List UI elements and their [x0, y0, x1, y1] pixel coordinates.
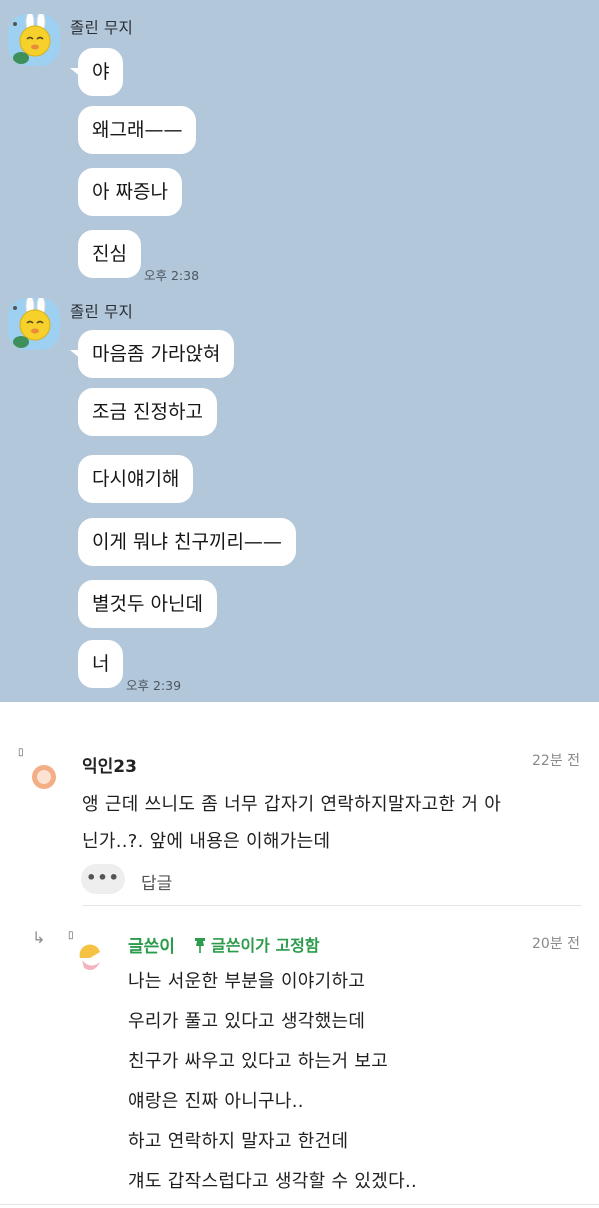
comment-line: 앵 근데 쓰니도 좀 너무 갑자기 연락하지말자고한 거 아	[82, 794, 502, 815]
muzi-avatar[interactable]	[8, 298, 60, 350]
message-time: 오후 2:39	[126, 678, 182, 693]
comment-marker: ▯	[68, 930, 74, 941]
comment-time: 22분 전	[532, 753, 581, 769]
author-avatar-icon	[79, 944, 100, 970]
pinned-indicator: 글쓴이가 고정함	[193, 932, 320, 956]
reply-line: 친구가 싸우고 있다고 하는거 보고	[128, 1051, 389, 1072]
more-options-button[interactable]: •••	[81, 864, 125, 894]
sender-name: 졸린 무지	[70, 19, 133, 37]
comment-divider	[82, 905, 582, 906]
reply-line: 걔도 갑작스럽다고 생각할 수 있겠다..	[128, 1171, 418, 1192]
reply-line: 우리가 풀고 있다고 생각했는데	[128, 1011, 366, 1032]
message-bubble[interactable]: 조금 진정하고	[78, 388, 217, 436]
chat-area: 졸린 무지 야 왜그래—— 아 짜증나 진심 오후 2:38 졸린 무지 마음좀…	[0, 0, 599, 702]
sender-name: 졸린 무지	[70, 303, 133, 321]
message-bubble[interactable]: 마음좀 가라앉혀	[69, 330, 235, 378]
reply-time: 20분 전	[532, 936, 581, 952]
comment-line: 닌가..?. 앞에 내용은 이해가는데	[82, 831, 331, 852]
reply-arrow-icon: ↳	[32, 928, 46, 947]
commenter-avatar-icon	[32, 765, 56, 789]
reply-line: 나는 서운한 부분을 이야기하고	[128, 971, 366, 992]
comment-marker: ▯	[18, 747, 24, 758]
message-bubble[interactable]: 아 짜증나	[78, 168, 182, 216]
message-bubble[interactable]: 야	[69, 48, 124, 96]
commenter-name[interactable]: 익인23	[82, 752, 137, 777]
reply-line: 하고 연락하지 말자고 한건데	[128, 1131, 349, 1152]
pin-icon	[193, 936, 207, 955]
pinned-label: 글쓴이가 고정함	[211, 936, 320, 955]
message-bubble[interactable]: 다시얘기해	[78, 455, 194, 503]
message-bubble[interactable]: 이게 뭐냐 친구끼리——	[78, 518, 296, 566]
reply-line: 얘랑은 진짜 아니구나..	[128, 1091, 304, 1112]
bottom-divider	[0, 1204, 599, 1205]
message-bubble[interactable]: 진심	[78, 230, 141, 278]
comment-section: ▯ 익인23 22분 전 앵 근데 쓰니도 좀 너무 갑자기 연락하지말자고한 …	[0, 702, 599, 1208]
message-time: 오후 2:38	[144, 268, 200, 283]
reply-button[interactable]: 답글	[141, 869, 172, 894]
author-name[interactable]: 글쓴이	[128, 932, 175, 957]
message-bubble[interactable]: 너	[78, 640, 124, 688]
muzi-avatar[interactable]	[8, 14, 60, 66]
message-bubble[interactable]: 별것두 아닌데	[78, 580, 217, 628]
message-bubble[interactable]: 왜그래——	[78, 106, 197, 154]
